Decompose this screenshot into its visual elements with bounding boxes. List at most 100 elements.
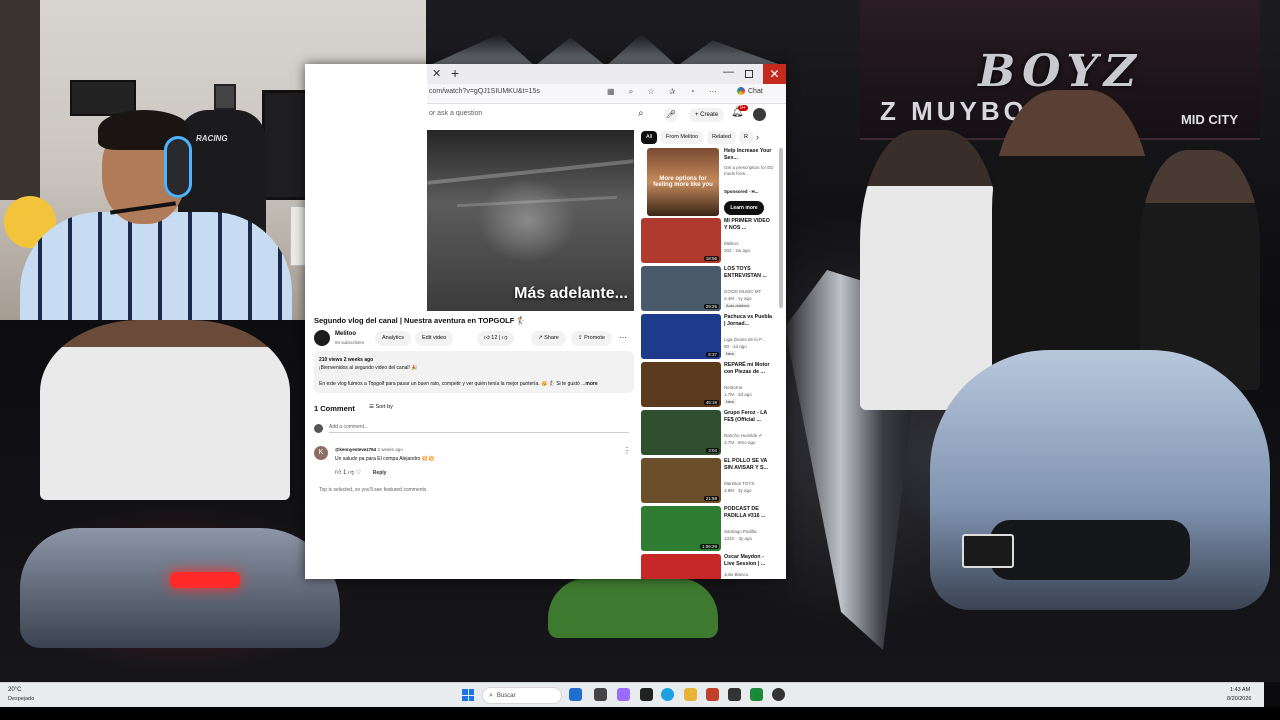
rec-title[interactable]: Oscar Maydon - Live Session | ...: [724, 554, 774, 567]
edge-browser-icon[interactable]: [661, 688, 674, 701]
rec-title[interactable]: LOS TOYS ENTREVISTAN ...: [724, 266, 774, 279]
search-icon[interactable]: ⌕: [638, 108, 644, 119]
chip-from-channel[interactable]: From Melitoo: [661, 131, 704, 144]
share-button[interactable]: ↗ Share: [531, 331, 566, 346]
rec-views: 2.4M · 1y ago: [724, 296, 752, 301]
wallpaper-green-figure: [548, 578, 718, 638]
rec-thumbnail[interactable]: 18:56: [641, 218, 721, 263]
address-bar-icons[interactable]: ▦ ⌕ ☆ ✰ ◔ ⋯: [607, 87, 723, 97]
sort-by-button[interactable]: ☰ Sort by: [369, 404, 393, 410]
rec-views: 1.7M · 3d ago: [724, 392, 752, 397]
comment-time[interactable]: 2 weeks ago: [377, 447, 402, 452]
rec-views: 90 · 1d ago: [724, 344, 747, 349]
rec-channel: Nestorne: [724, 385, 743, 390]
recommendation-item[interactable]: 29:25 LOS TOYS ENTREVISTAN ... GOOD MUSI…: [641, 266, 781, 312]
search-input[interactable]: or ask a question: [429, 110, 482, 117]
channel-name[interactable]: Melitoo: [335, 331, 356, 337]
comment-dislike-icon[interactable]: 👎︎: [348, 470, 354, 476]
comment-like-icon[interactable]: 👍︎: [335, 470, 341, 476]
taskbar-app-icon[interactable]: [728, 688, 741, 701]
comment-author-name[interactable]: @kennyestevez764: [335, 447, 376, 452]
url-text[interactable]: com/watch?v=gQJ1SIUMKU&t=15s: [429, 88, 540, 95]
obs-icon[interactable]: [772, 688, 785, 701]
minimize-button[interactable]: —: [723, 66, 734, 78]
like-button[interactable]: 👍︎ 12 | 👎︎: [477, 331, 515, 346]
rec-title[interactable]: Pachuca vs Puebla | Jornad...: [724, 314, 774, 327]
analytics-button[interactable]: Analytics: [375, 331, 412, 346]
video-frame-streak: [457, 195, 617, 208]
rec-thumbnail[interactable]: 8:37: [641, 314, 721, 359]
recommendation-item[interactable]: 18:56 MI PRIMER VIDEO Y NOS ... Melitoo …: [641, 218, 781, 264]
chip-all[interactable]: All: [641, 131, 658, 144]
clock-date[interactable]: 8/20/2026: [1227, 696, 1251, 702]
ad-title[interactable]: Help Increase Your Sex...: [724, 148, 774, 161]
rec-thumbnail[interactable]: 29:25: [641, 266, 721, 311]
taskbar-app-icon[interactable]: [750, 688, 763, 701]
taskbar-search[interactable]: ⌕ Buscar: [482, 687, 562, 704]
create-button[interactable]: + Create: [689, 108, 725, 122]
webcam-wall-frame: [214, 84, 236, 110]
file-explorer-icon[interactable]: [684, 688, 697, 701]
more-actions-icon[interactable]: ⋯: [619, 333, 627, 342]
windows-start-icon[interactable]: [462, 689, 474, 701]
copilot-taskbar-icon[interactable]: [617, 688, 630, 701]
terminal-icon[interactable]: [640, 688, 653, 701]
recommendation-item[interactable]: 3:04 Grupo Feroz - LA FE$ (Official ... …: [641, 410, 781, 456]
close-tab-icon[interactable]: ✕: [432, 67, 441, 80]
learn-more-button[interactable]: Learn more: [724, 201, 764, 215]
sponsored-ad[interactable]: More options for feeling more like you H…: [641, 148, 781, 218]
comment-author[interactable]: @kennyestevez764 2 weeks ago: [335, 447, 403, 452]
rec-title[interactable]: EL POLLO SE VA SIN AVISAR Y S...: [724, 458, 774, 471]
recommendation-item[interactable]: 1:06:29 PODCAST DE PADILLA #316 ... Sant…: [641, 506, 781, 552]
description-box[interactable]: 210 views 2 weeks ago ¡Bienvenidos al se…: [314, 351, 634, 393]
rec-views: 202 · 2w ago: [724, 248, 751, 253]
edit-video-button[interactable]: Edit video: [415, 331, 454, 346]
rec-title[interactable]: PODCAST DE PADILLA #316 ...: [724, 506, 774, 519]
sidebar-scrollbar[interactable]: [779, 148, 783, 308]
maximize-button[interactable]: [745, 70, 753, 78]
task-view-icon[interactable]: [594, 688, 607, 701]
chevron-right-icon[interactable]: ›: [756, 132, 759, 142]
channel-avatar[interactable]: [314, 330, 330, 346]
rec-title[interactable]: MI PRIMER VIDEO Y NOS ...: [724, 218, 774, 231]
rec-thumbnail[interactable]: 1:06:29: [641, 506, 721, 551]
rec-thumbnail[interactable]: 3:04: [641, 410, 721, 455]
comments-count: 1 Comment: [314, 404, 355, 413]
video-player[interactable]: Más adelante...: [427, 130, 634, 311]
reply-button[interactable]: Reply: [373, 470, 387, 476]
chip-related[interactable]: Related: [707, 131, 736, 144]
rec-thumbnail[interactable]: [641, 554, 721, 579]
recommendation-item[interactable]: 21:59 EL POLLO SE VA SIN AVISAR Y S... M…: [641, 458, 781, 504]
voice-search-icon[interactable]: 🎤︎: [664, 108, 678, 122]
rec-thumbnail[interactable]: 45:19: [641, 362, 721, 407]
rec-title[interactable]: Grupo Feroz - LA FE$ (Official ...: [724, 410, 774, 423]
chip-more[interactable]: R: [739, 131, 753, 144]
rec-views: 3.7M · 8mo ago: [724, 440, 756, 445]
account-avatar[interactable]: [753, 108, 766, 121]
commenter-avatar[interactable]: K: [314, 446, 328, 460]
weather-temperature[interactable]: 20°C: [8, 687, 21, 693]
wallpaper-spikes: [428, 34, 784, 66]
close-window-button[interactable]: ✕: [763, 64, 786, 84]
description-text: En este vlog fuimos a Topgolf para pasar…: [319, 381, 586, 387]
recommendation-item[interactable]: 8:37 Pachuca vs Puebla | Jornad... Liga …: [641, 314, 781, 360]
weather-description[interactable]: Despejado: [8, 696, 34, 702]
taskbar-app-icon[interactable]: [569, 688, 582, 701]
taskbar-app-icon[interactable]: [706, 688, 719, 701]
chat-button[interactable]: Chat: [737, 87, 763, 95]
show-more-link[interactable]: more: [585, 381, 597, 387]
add-comment-input[interactable]: Add a comment...: [329, 424, 629, 433]
promote-button[interactable]: ⇪ Promote: [571, 331, 612, 346]
recommendation-item[interactable]: Oscar Maydon - Live Session | ... Julio …: [641, 554, 781, 579]
heart-icon[interactable]: ♡: [356, 470, 361, 476]
ad-thumbnail[interactable]: More options for feeling more like you: [647, 148, 719, 216]
clock-time[interactable]: 1:43 AM: [1230, 687, 1250, 693]
new-tab-button[interactable]: +: [451, 65, 459, 81]
rec-thumbnail[interactable]: 21:59: [641, 458, 721, 503]
recommendation-item[interactable]: 45:19 REPARÉ mi Motor con Piezas de ... …: [641, 362, 781, 408]
rec-title[interactable]: REPARÉ mi Motor con Piezas de ...: [724, 362, 774, 375]
address-bar[interactable]: com/watch?v=gQJ1SIUMKU&t=15s ▦ ⌕ ☆ ✰ ◔ ⋯…: [427, 84, 786, 104]
dislike-icon[interactable]: | 👎︎: [497, 335, 508, 341]
headset-icon: [164, 136, 192, 198]
comment-menu-icon[interactable]: ⋮: [623, 446, 631, 455]
